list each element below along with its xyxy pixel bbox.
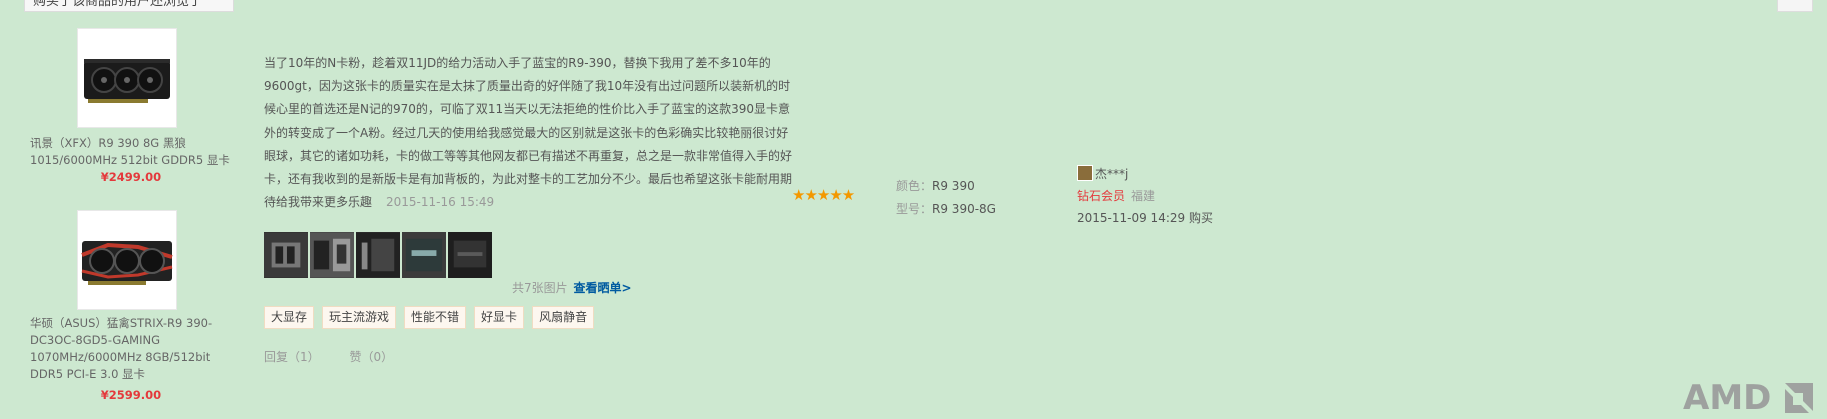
buyer-name[interactable]: 杰***j: [1095, 167, 1128, 181]
product-attributes: 颜色：R9 390 型号：R9 390-8G: [896, 175, 996, 221]
review-tags: 大显存 玩主流游戏 性能不错 好显卡 风扇静音: [264, 306, 595, 329]
review-thumbnails: [264, 232, 494, 278]
review-item: 当了10年的N卡粉，趁着双11JD的给力活动入手了蓝宝的R9-390，替换下我用…: [240, 0, 1240, 419]
also-browsed-sidebar: 购买了该商品的用户还浏览了 讯景（XFX）R9 390 8G 黑狼 1015/6…: [22, 0, 240, 419]
amd-logo-icon: AMD: [1683, 378, 1813, 418]
photo-icon: [356, 233, 400, 277]
graphics-card-icon: [84, 59, 170, 103]
amd-logo: AMD: [1681, 377, 1819, 418]
review-thumbnail[interactable]: [264, 232, 310, 278]
product-name[interactable]: 华硕（ASUS）猛禽STRIX-R9 390-DC3OC-8GD5-GAMING…: [30, 315, 230, 383]
member-row: 钻石会员 福建: [1077, 185, 1213, 207]
color-value: R9 390: [932, 179, 975, 193]
picture-count: 共7张图片 查看晒单>: [512, 279, 632, 296]
review-content: 当了10年的N卡粉，趁着双11JD的给力活动入手了蓝宝的R9-390，替换下我用…: [264, 52, 794, 214]
review-thumbnail[interactable]: [402, 232, 448, 278]
buyer-region: 福建: [1131, 189, 1156, 203]
model-attribute: 型号：R9 390-8G: [896, 198, 996, 221]
model-value: R9 390-8G: [932, 202, 996, 216]
photo-icon: [264, 233, 308, 277]
review-thumbnail[interactable]: [448, 232, 494, 278]
rating-stars: ★★★★★: [792, 186, 855, 204]
model-label: 型号：: [896, 202, 933, 216]
buyer-info: 杰***j 钻石会员 福建 2015-11-09 14:29 购买: [1077, 163, 1213, 229]
product-price: ¥2499.00: [100, 170, 162, 184]
picture-count-text: 共7张图片: [512, 281, 568, 295]
review-tag[interactable]: 大显存: [264, 306, 315, 329]
product-name[interactable]: 讯景（XFX）R9 390 8G 黑狼 1015/6000MHz 512bit …: [30, 135, 230, 169]
page-left-strip: [0, 0, 22, 419]
graphics-card-icon: [81, 241, 173, 285]
product-image[interactable]: [77, 28, 177, 128]
photo-icon: [402, 233, 446, 277]
product-image[interactable]: [77, 210, 177, 310]
buyer-row: 杰***j: [1077, 163, 1213, 185]
photo-icon: [448, 233, 492, 277]
review-actions: 回复（1） 赞（0）: [264, 348, 419, 365]
review-text: 当了10年的N卡粉，趁着双11JD的给力活动入手了蓝宝的R9-390，替换下我用…: [264, 56, 793, 210]
review-thumbnail[interactable]: [356, 232, 402, 278]
review-thumbnail[interactable]: [310, 232, 356, 278]
color-attribute: 颜色：R9 390: [896, 175, 996, 198]
review-tag[interactable]: 性能不错: [404, 306, 467, 329]
reply-button[interactable]: 回复（1）: [264, 350, 320, 364]
sidebar-title: 购买了该商品的用户还浏览了: [24, 0, 234, 12]
close-icon[interactable]: [1777, 0, 1813, 12]
view-pictures-link[interactable]: 查看晒单>: [573, 281, 631, 295]
product-price: ¥2599.00: [100, 388, 162, 402]
photo-icon: [310, 233, 354, 277]
svg-text:AMD: AMD: [1683, 378, 1771, 415]
color-label: 颜色：: [896, 179, 933, 193]
like-button[interactable]: 赞（0）: [349, 350, 393, 364]
review-date: 2015-11-16 15:49: [386, 195, 495, 210]
review-tag[interactable]: 好显卡: [474, 306, 525, 329]
review-tag[interactable]: 玩主流游戏: [322, 306, 397, 329]
review-tag[interactable]: 风扇静音: [532, 306, 595, 329]
avatar[interactable]: [1077, 165, 1093, 181]
purchase-time: 2015-11-09 14:29 购买: [1077, 211, 1213, 225]
member-level: 钻石会员: [1077, 189, 1126, 203]
